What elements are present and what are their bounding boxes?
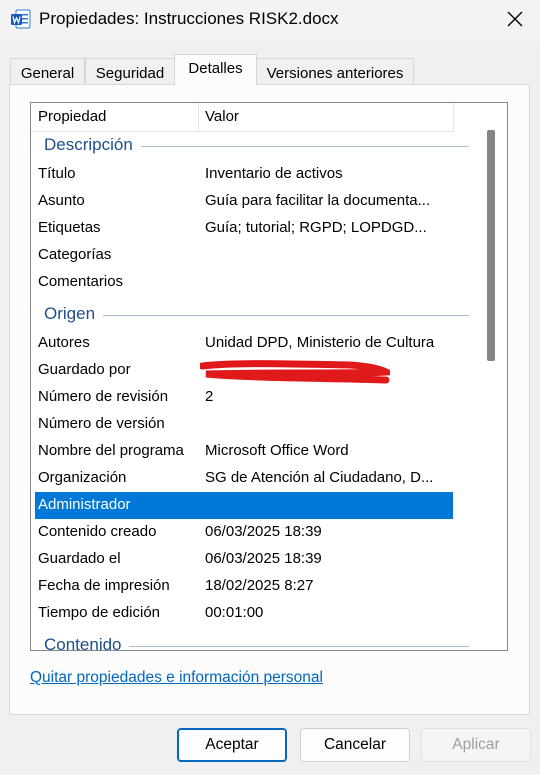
remove-properties-link[interactable]: Quitar propiedades e información persona… [30,669,323,687]
table-row[interactable]: Título Inventario de activos [35,161,453,188]
table-row[interactable]: Contenido creado 06/03/2025 18:39 [35,519,453,546]
column-header-value[interactable]: Valor [205,108,239,125]
table-row-selected[interactable]: Administrador [35,492,453,519]
close-icon [507,11,523,27]
tab-versiones-anteriores[interactable]: Versiones anteriores [256,58,414,83]
property-name: Guardado el [38,550,121,567]
property-value: 2 [205,388,214,405]
table-row[interactable]: Guardado el 06/03/2025 18:39 [35,546,453,573]
property-name: Administrador [38,496,131,513]
title-bar: Propiedades: Instrucciones RISK2.docx [0,0,540,42]
property-name: Comentarios [38,273,124,290]
property-value: Unidad DPD, Ministerio de Cultura [205,334,435,351]
property-name: Número de versión [38,415,165,432]
column-divider-end[interactable] [453,103,454,131]
group-divider [141,146,469,147]
column-divider[interactable] [198,103,199,131]
apply-button[interactable]: Aplicar [421,728,531,762]
table-row[interactable]: Nombre del programa Microsoft Office Word [35,438,453,465]
tab-detalles[interactable]: Detalles [174,54,257,85]
column-header-property[interactable]: Propiedad [38,108,106,125]
property-name: Título [38,165,76,182]
table-row[interactable]: Organización SG de Atención al Ciudadano,… [35,465,453,492]
close-button[interactable] [496,2,534,36]
table-row[interactable]: Autores Unidad DPD, Ministerio de Cultura [35,330,453,357]
property-value: 00:01:00 [205,604,264,621]
property-name: Nombre del programa [38,442,184,459]
cancel-button[interactable]: Cancelar [300,728,410,762]
property-name: Tiempo de edición [38,604,161,621]
list-header: Propiedad Valor [31,103,454,132]
group-divider [103,315,469,316]
property-name: Autores [38,334,90,351]
table-row[interactable]: Número de revisión 2 [35,384,453,411]
property-value: Inventario de activos [205,165,343,182]
property-value: 06/03/2025 18:39 [205,523,322,540]
vertical-scrollbar[interactable] [484,128,498,648]
table-row[interactable]: Etiquetas Guía; tutorial; RGPD; LOPDGD... [35,215,453,242]
property-name: Fecha de impresión [38,577,170,594]
property-name: Número de revisión [38,388,169,405]
group-divider [129,646,469,647]
property-value: Guía; tutorial; RGPD; LOPDGD... [205,219,427,236]
redaction-mark [200,360,390,384]
property-name: Categorías [38,246,112,263]
property-value: Guía para facilitar la documenta... [205,192,431,209]
window-title: Propiedades: Instrucciones RISK2.docx [39,9,339,28]
table-row[interactable]: Comentarios [35,269,453,296]
group-header-contenido: Contenido [44,635,122,651]
table-row[interactable]: Fecha de impresión 18/02/2025 8:27 [35,573,453,600]
property-value: 18/02/2025 8:27 [205,577,314,594]
table-row[interactable]: Asunto Guía para facilitar la documenta..… [35,188,453,215]
table-row[interactable]: Tiempo de edición 00:01:00 [35,600,453,627]
table-row[interactable]: Número de versión [35,411,453,438]
ok-button[interactable]: Aceptar [177,728,287,762]
scrollbar-thumb[interactable] [487,130,495,361]
table-row[interactable]: Categorías [35,242,453,269]
property-name: Asunto [38,192,85,209]
property-value: SG de Atención al Ciudadano, D... [205,469,434,486]
property-name: Etiquetas [38,219,101,236]
property-name: Organización [38,469,127,486]
property-value: 06/03/2025 18:39 [205,550,322,567]
property-name: Guardado por [38,361,131,378]
property-name: Contenido creado [38,523,157,540]
tab-general[interactable]: General [10,58,85,83]
group-header-origen: Origen [44,304,96,323]
property-value: Microsoft Office Word [205,442,349,459]
tab-seguridad[interactable]: Seguridad [85,58,175,83]
word-doc-icon [11,9,31,29]
group-header-descripcion: Descripción [44,135,133,154]
